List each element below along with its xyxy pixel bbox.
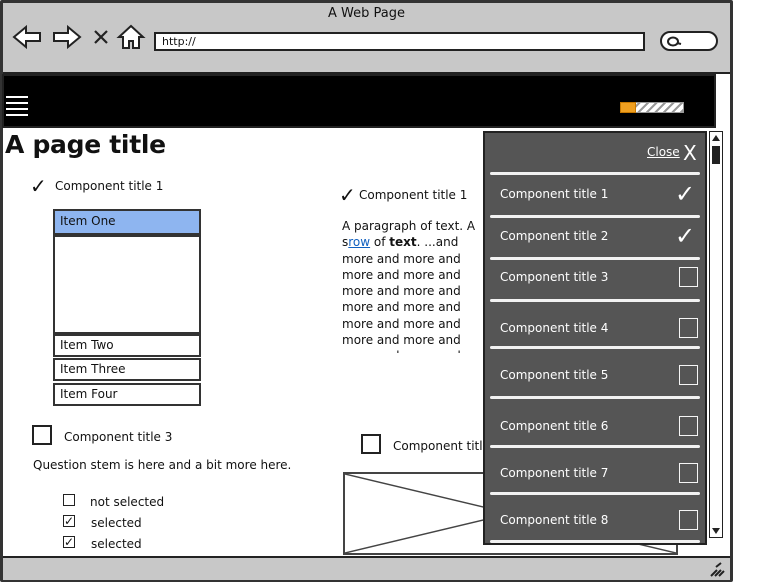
panel-item-label[interactable]: Component title 1 xyxy=(500,187,608,201)
window-title: A Web Page xyxy=(328,6,405,21)
component-title-3: Component title 3 xyxy=(64,430,173,444)
panel-item-label[interactable]: Component title 6 xyxy=(500,419,608,433)
panel-item-label[interactable]: Component title 5 xyxy=(500,368,608,382)
panel-item-label[interactable]: Component title 3 xyxy=(500,270,608,284)
panel-checkbox[interactable] xyxy=(679,416,698,436)
check-icon: ✓ xyxy=(30,174,47,198)
question-stem: Question stem is here and a bit more her… xyxy=(33,458,292,472)
panel-item-label[interactable]: Component title 4 xyxy=(500,321,608,335)
panel-item-label[interactable]: Component title 7 xyxy=(500,466,608,480)
option-checkbox[interactable]: ✓ xyxy=(63,536,75,548)
panel-item-label[interactable]: Component title 2 xyxy=(500,229,608,243)
option-label: not selected xyxy=(90,495,165,509)
list-item[interactable]: Item Three xyxy=(53,358,201,381)
scrollbar[interactable] xyxy=(709,131,723,538)
check-icon: ✓ xyxy=(339,183,356,207)
progress-fill xyxy=(620,102,636,113)
panel-divider xyxy=(490,492,700,495)
status-bar xyxy=(3,560,730,580)
panel-divider xyxy=(490,257,700,260)
para-link[interactable]: row xyxy=(348,235,370,249)
panel-divider xyxy=(490,172,700,175)
para-bold: text xyxy=(389,235,417,250)
address-bar[interactable]: http:// xyxy=(154,32,645,51)
option-label: selected xyxy=(91,537,142,551)
panel-check-icon[interactable]: ✓ xyxy=(675,182,695,206)
scroll-thumb[interactable] xyxy=(712,146,720,164)
panel-divider xyxy=(490,445,700,448)
close-link[interactable]: Close xyxy=(647,145,680,159)
component-title-center: Component title 1 xyxy=(359,188,468,202)
option-checkbox[interactable] xyxy=(63,494,75,506)
panel-item-label[interactable]: Component title 8 xyxy=(500,513,608,527)
panel-checkbox[interactable] xyxy=(679,510,698,530)
component-bottom-checkbox[interactable] xyxy=(361,434,381,454)
page-title: A page title xyxy=(5,130,166,159)
panel-checkbox[interactable] xyxy=(679,365,698,385)
panel-divider xyxy=(490,299,700,302)
panel-checkbox[interactable] xyxy=(679,318,698,338)
browser-search-field[interactable] xyxy=(660,31,718,51)
panel-check-icon[interactable]: ✓ xyxy=(675,224,695,248)
list-item[interactable]: Item Four xyxy=(53,383,201,406)
forward-arrow-icon[interactable] xyxy=(52,24,82,50)
search-icon xyxy=(667,36,682,47)
panel-divider xyxy=(490,346,700,349)
paragraph-text: A paragraph of text. A srow of text. ...… xyxy=(342,218,492,353)
para-mid: of xyxy=(370,235,390,250)
option-checkbox[interactable]: ✓ xyxy=(63,515,75,527)
list-box xyxy=(53,235,201,334)
list-item-selected[interactable]: Item One xyxy=(53,209,201,235)
list-item[interactable]: Item Two xyxy=(53,334,201,357)
component-title-1: Component title 1 xyxy=(55,179,164,193)
scroll-down-icon[interactable] xyxy=(711,526,721,536)
panel-checkbox[interactable] xyxy=(679,267,698,287)
panel-divider xyxy=(490,396,700,399)
hamburger-icon[interactable] xyxy=(6,96,28,118)
close-icon[interactable]: X xyxy=(683,141,697,165)
home-icon[interactable] xyxy=(116,24,146,50)
component-3-checkbox[interactable] xyxy=(32,425,52,445)
resize-grip-icon[interactable] xyxy=(708,562,726,578)
panel-divider xyxy=(490,540,700,543)
para-rest: . ...and more and more and more and more… xyxy=(342,235,461,353)
stop-x-icon[interactable] xyxy=(90,24,112,50)
component-title-bottom: Component title xyxy=(393,439,490,453)
panel-divider xyxy=(490,215,700,218)
app-header xyxy=(2,74,716,128)
option-label: selected xyxy=(91,516,142,530)
scroll-up-icon[interactable] xyxy=(711,133,721,143)
panel-checkbox[interactable] xyxy=(679,463,698,483)
back-arrow-icon[interactable] xyxy=(12,24,42,50)
